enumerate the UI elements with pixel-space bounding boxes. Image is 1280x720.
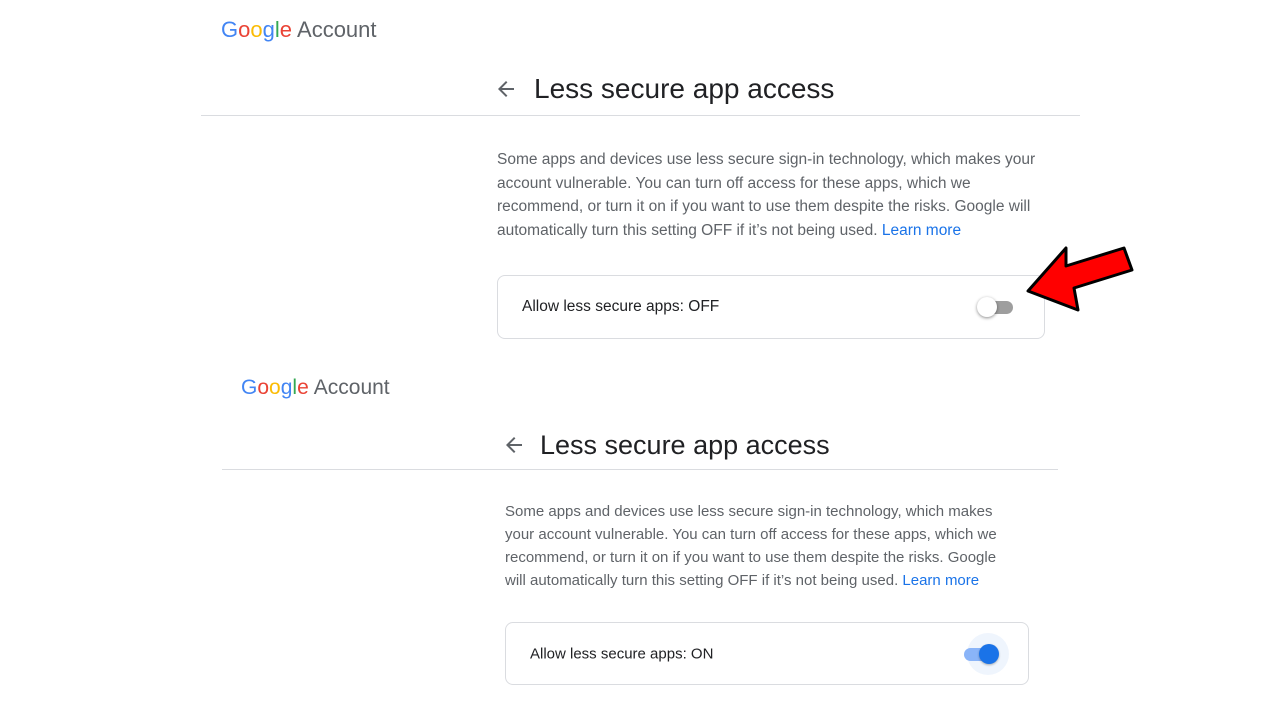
setting-description: Some apps and devices use less secure si… (497, 148, 1037, 242)
setting-label: Allow less secure apps: OFF (522, 298, 720, 315)
header-divider (201, 115, 1080, 116)
logo-account-text: Account (313, 376, 390, 399)
setting-description: Some apps and devices use less secure si… (505, 500, 1017, 592)
logo-account-text: Account (297, 17, 377, 42)
less-secure-apps-setting-card[interactable]: Allow less secure apps: OFF (497, 275, 1045, 339)
page-title: Less secure app access (540, 429, 830, 460)
less-secure-apps-toggle[interactable] (977, 297, 1013, 317)
less-secure-apps-setting-card[interactable]: Allow less secure apps: ON (505, 622, 1029, 685)
arrow-back-icon[interactable] (494, 77, 518, 101)
page-title: Less secure app access (534, 73, 835, 104)
page-header: Less secure app access (502, 428, 830, 462)
google-account-logo[interactable]: Google Account (241, 376, 390, 400)
learn-more-link[interactable]: Learn more (902, 572, 979, 589)
arrow-back-icon[interactable] (502, 433, 526, 457)
page-header: Less secure app access (494, 72, 834, 106)
google-wordmark: Google (221, 17, 293, 42)
red-pointer-arrow-icon (1026, 246, 1134, 312)
less-secure-apps-toggle[interactable] (962, 632, 1009, 675)
toggle-thumb (977, 297, 997, 317)
toggle-thumb (979, 643, 999, 664)
header-divider (222, 469, 1058, 470)
setting-label: Allow less secure apps: ON (530, 645, 714, 662)
learn-more-link[interactable]: Learn more (882, 222, 961, 239)
google-account-logo[interactable]: Google Account (221, 17, 377, 43)
google-wordmark: Google (241, 376, 309, 399)
